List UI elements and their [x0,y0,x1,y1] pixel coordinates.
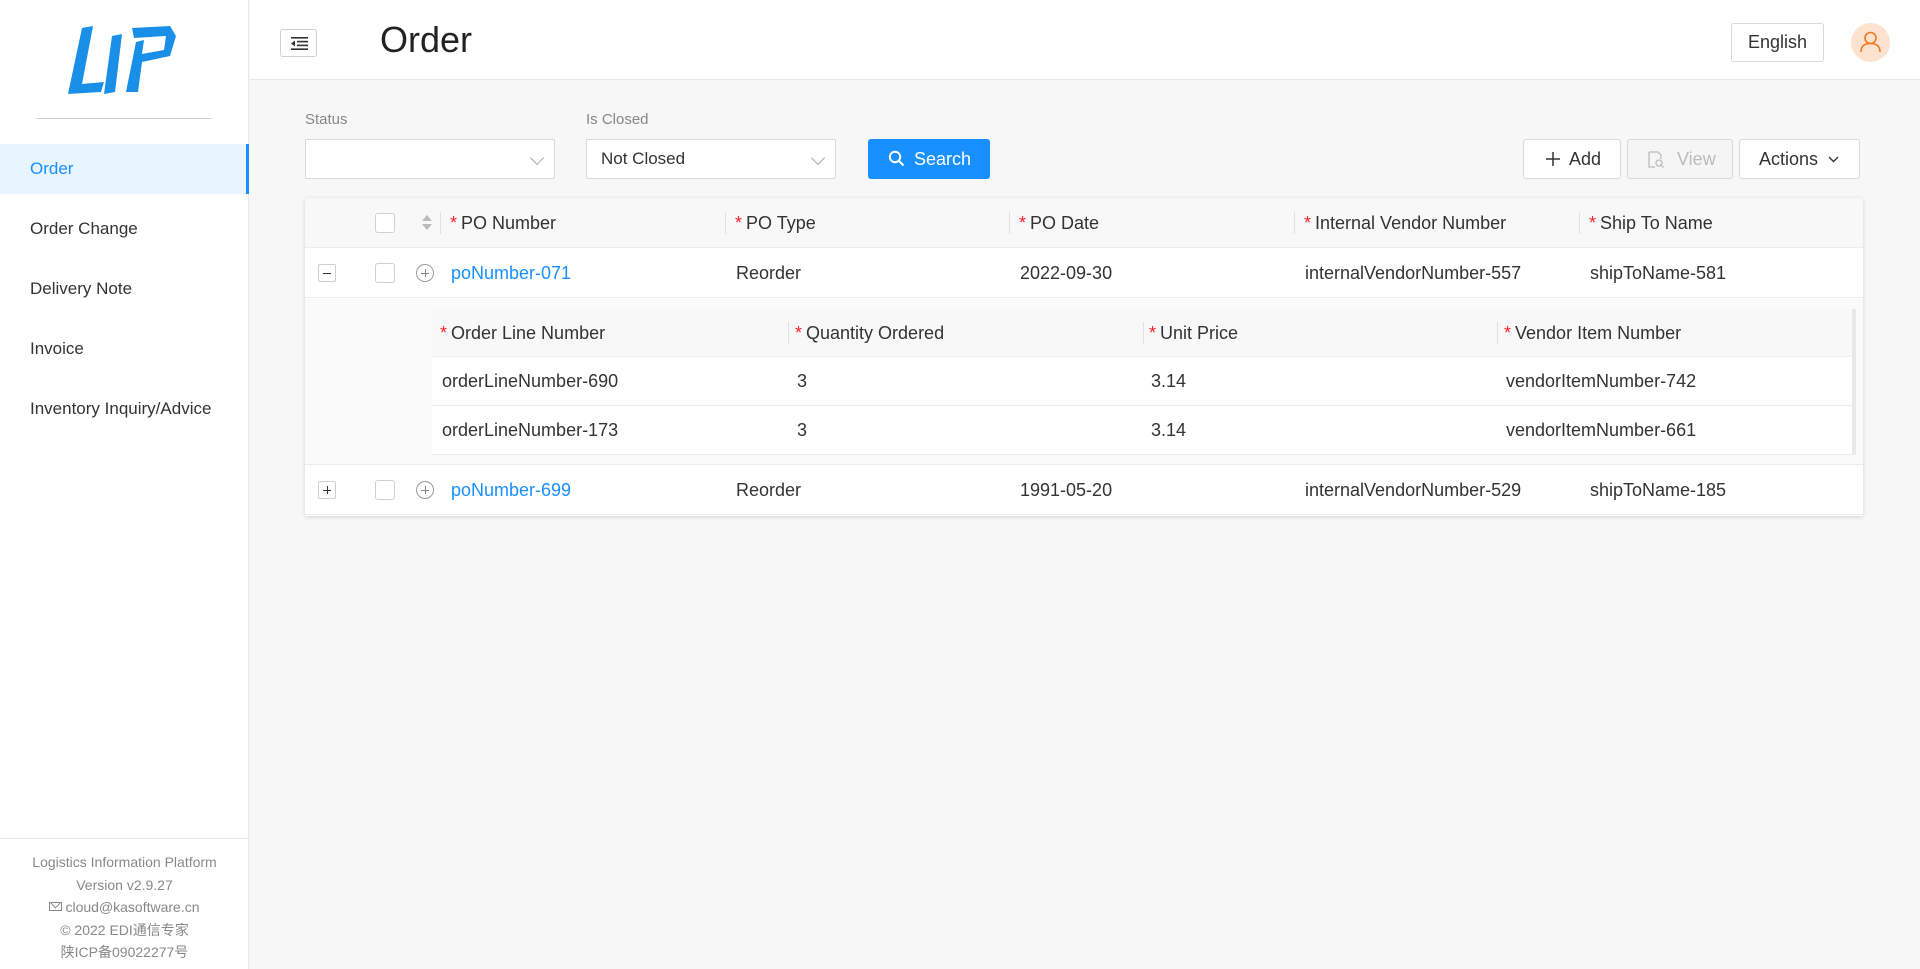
view-button-label: View [1677,149,1716,169]
lip-logo [60,22,190,102]
order-lines-subtable: * Order Line Number * Quantity Ordered * Un… [432,309,1856,455]
add-button-label: Add [1569,149,1602,169]
actions-button-label: Actions [1759,149,1819,169]
ship-to-name-cell: shipToName-581 [1590,263,1727,283]
column-header-quantity-ordered[interactable]: * Quantity Ordered [795,309,944,357]
status-filter-label: Status [305,111,348,128]
column-header-po-date[interactable]: * PO Date [1019,198,1099,248]
sidebar-item-delivery-note[interactable]: Delivery Note [0,264,249,314]
menu-collapse-button[interactable] [280,29,317,57]
order-line-number-cell: orderLineNumber-690 [442,371,619,391]
subtable-row: orderLineNumber-173 3 3.14 vendorItemNum… [432,406,1852,455]
top-header: Order English [250,0,1920,80]
po-date-cell: 1991-05-20 [1020,480,1113,500]
vendor-item-number-cell: vendorItemNumber-742 [1506,371,1697,391]
po-number-link[interactable]: poNumber-699 [451,465,571,515]
column-divider [440,212,441,234]
table-row[interactable]: poNumber-699 Reorder 1991-05-20 internal… [305,465,1863,515]
po-number-link[interactable]: poNumber-071 [451,248,571,298]
subtable-row: orderLineNumber-690 3 3.14 vendorItemNum… [432,357,1852,406]
file-search-icon [1648,151,1664,168]
column-divider [1497,322,1498,344]
subtable-header: * Order Line Number * Quantity Ordered * Un… [432,309,1852,357]
search-button[interactable]: Search [868,139,990,179]
column-header-ship-to-name[interactable]: * Ship To Name [1589,198,1713,248]
page-title: Order [380,19,473,60]
platform-name: Logistics Information Platform [32,854,217,870]
plus-circle-icon[interactable] [416,264,434,282]
user-avatar[interactable] [1851,23,1890,62]
po-type-cell: Reorder [736,480,802,500]
table-header: * PO Number * PO Type * PO Date * Internal V… [305,198,1863,248]
icp-text[interactable]: 陕ICP备09022277号 [0,941,249,964]
column-divider [788,322,789,344]
sidebar: Order Order Change Delivery Note Invoice… [0,0,249,969]
user-icon [1860,31,1881,53]
vendor-number-cell: internalVendorNumber-529 [1305,480,1522,500]
copyright-text: © 2022 EDI通信专家 [60,921,189,938]
column-header-po-number[interactable]: * PO Number [450,198,556,248]
column-divider [1143,322,1144,344]
search-icon [888,150,905,167]
sidebar-item-order-change[interactable]: Order Change [0,204,249,254]
po-date-cell: 2022-09-30 [1020,263,1113,283]
plus-icon [1546,152,1560,166]
sort-icon[interactable] [422,215,432,231]
mail-icon [49,902,63,911]
column-header-po-type[interactable]: * PO Type [735,198,816,248]
sidebar-footer: Logistics Information Platform Version v… [0,838,249,969]
column-header-vendor-item-number[interactable]: * Vendor Item Number [1504,309,1681,357]
expand-row-button[interactable] [318,481,336,499]
version-text: Version v2.9.27 [76,876,173,893]
vendor-item-number-cell: vendorItemNumber-661 [1506,420,1697,440]
unit-price-cell: 3.14 [1151,420,1187,440]
select-all-checkbox[interactable] [375,213,395,233]
is-closed-select[interactable]: Not Closed [586,139,836,179]
vendor-number-cell: internalVendorNumber-557 [1305,263,1522,283]
chevron-down-icon [529,150,545,166]
order-line-number-cell: orderLineNumber-173 [442,420,619,440]
orders-table: * PO Number * PO Type * PO Date * Internal V… [305,198,1863,516]
logo-divider [37,118,211,119]
quantity-cell: 3 [797,371,808,391]
row-checkbox[interactable] [375,480,395,500]
plus-circle-icon[interactable] [416,481,434,499]
email-text[interactable]: cloud@kasoftware.cn [65,899,199,915]
sidebar-menu: Order Order Change Delivery Note Invoice… [0,144,249,444]
table-row[interactable]: poNumber-071 Reorder 2022-09-30 internal… [305,248,1863,298]
sidebar-item-invoice[interactable]: Invoice [0,324,249,374]
chevron-down-icon [1828,156,1839,163]
quantity-cell: 3 [797,420,808,440]
po-type-cell: Reorder [736,263,802,283]
chevron-down-icon [810,150,826,166]
search-button-label: Search [914,149,972,169]
email-line: cloud@kasoftware.cn [0,896,249,919]
view-button[interactable]: View [1627,139,1733,179]
language-button[interactable]: English [1731,23,1824,62]
collapse-row-button[interactable] [318,264,336,282]
sidebar-item-order[interactable]: Order [0,144,249,194]
column-header-internal-vendor-number[interactable]: * Internal Vendor Number [1304,198,1506,248]
column-divider [725,212,726,234]
add-button[interactable]: Add [1523,139,1621,179]
column-header-order-line-number[interactable]: * Order Line Number [440,309,605,357]
expanded-row-detail: * Order Line Number * Quantity Ordered * Un… [305,299,1863,465]
column-divider [1009,212,1010,234]
is-closed-filter-label: Is Closed [586,111,649,128]
row-checkbox[interactable] [375,263,395,283]
status-select[interactable] [305,139,555,179]
ship-to-name-cell: shipToName-185 [1590,480,1727,500]
menu-fold-icon [291,37,308,50]
column-divider [1579,212,1580,234]
is-closed-select-value: Not Closed [601,149,686,168]
actions-dropdown-button[interactable]: Actions [1739,139,1860,179]
sidebar-item-inventory-inquiry[interactable]: Inventory Inquiry/Advice [0,384,249,434]
column-divider [1294,212,1295,234]
unit-price-cell: 3.14 [1151,371,1187,391]
column-header-unit-price[interactable]: * Unit Price [1149,309,1238,357]
